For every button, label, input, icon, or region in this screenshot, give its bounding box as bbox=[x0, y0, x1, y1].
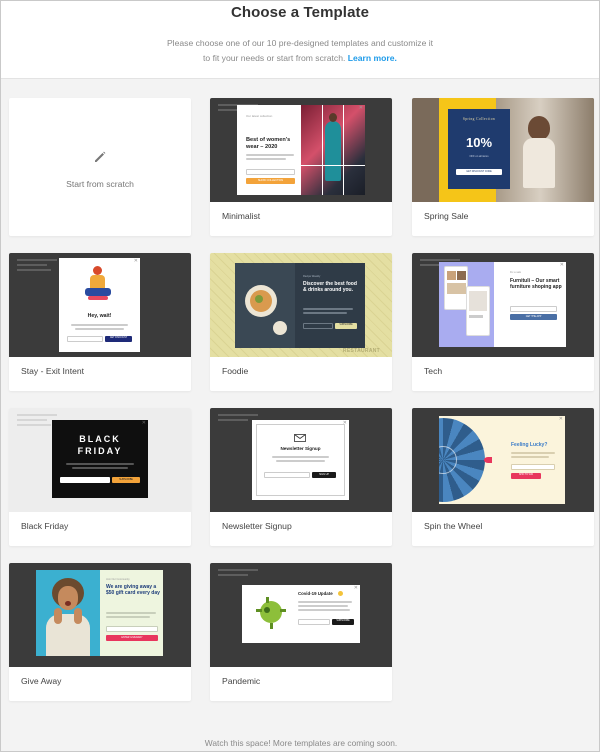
template-thumbnail: BLACK FRIDAY SUBSCRIBE ✕ bbox=[9, 408, 191, 512]
template-name: Stay - Exit Intent bbox=[21, 366, 85, 376]
popup-heading-line-2: FRIDAY bbox=[77, 446, 123, 456]
popup-cta: SUBSCRIBE bbox=[119, 478, 133, 481]
template-name: Pandemic bbox=[222, 676, 261, 686]
template-thumbnail: Covid-19 Update SUBSCRIBE ✕ bbox=[210, 563, 392, 667]
pencil-icon bbox=[95, 151, 106, 162]
popup-eyebrow: Our latest collection bbox=[246, 114, 273, 118]
popup-preview: Fix a sale Furnituli – Our smart furnitu… bbox=[439, 262, 566, 347]
template-name: Foodie bbox=[222, 366, 249, 376]
popup-eyebrow: Join Our Community bbox=[106, 578, 130, 581]
subtitle-line-1: Please choose one of our 10 pre-designed… bbox=[166, 38, 434, 48]
popup-eyebrow: Fix a sale bbox=[510, 271, 522, 274]
popup-preview: Newsletter Signup SIGN UP ✕ bbox=[252, 420, 349, 500]
template-card-minimalist[interactable]: Our latest collection Best of women's we… bbox=[210, 98, 392, 236]
popup-heading: Covid-19 Update bbox=[298, 591, 333, 596]
popup-preview: BLACK FRIDAY SUBSCRIBE ✕ bbox=[52, 420, 148, 498]
popup-heading: Discover the best food & drinks around y… bbox=[303, 281, 357, 294]
illustration bbox=[85, 266, 111, 302]
popup-preview: Our latest collection Best of women's we… bbox=[237, 105, 365, 195]
template-thumbnail: Hey, wait! GET DISCOUNT ✕ bbox=[9, 253, 191, 357]
template-thumbnail: Join Our Community We are giving away a … bbox=[9, 563, 191, 667]
template-name: Tech bbox=[424, 366, 443, 376]
template-thumbnail: Feeling Lucky? SPIN TO WIN ✕ bbox=[412, 408, 594, 512]
popup-heading: Feeling Lucky? bbox=[511, 442, 548, 448]
brand-watermark: RESTAURANT bbox=[342, 348, 380, 354]
popup-cta: SHOW COLLECTION bbox=[257, 179, 284, 182]
popup-cta: ENTER GIVEAWAY bbox=[121, 636, 143, 639]
learn-more-link[interactable]: Learn more. bbox=[348, 53, 397, 63]
start-from-scratch-card[interactable]: Start from scratch bbox=[9, 98, 191, 236]
popup-preview: Feeling Lucky? SPIN TO WIN ✕ bbox=[439, 416, 565, 504]
template-name: Spring Sale bbox=[424, 211, 469, 221]
template-name: Black Friday bbox=[21, 521, 69, 531]
popup-preview: Join Our Community We are giving away a … bbox=[36, 570, 163, 656]
template-card-black-friday[interactable]: BLACK FRIDAY SUBSCRIBE ✕ Black Friday bbox=[9, 408, 191, 546]
warning-icon bbox=[338, 591, 343, 596]
popup-cta: SIGN UP bbox=[319, 473, 329, 476]
popup-heading: Newsletter Signup bbox=[280, 446, 321, 451]
wheel-pointer bbox=[484, 457, 492, 463]
subtitle-line-2: to fit your needs or start from scratch. bbox=[203, 53, 346, 63]
popup-preview: Recipe Weekly Discover the best food & d… bbox=[235, 263, 365, 348]
start-from-scratch-label: Start from scratch bbox=[66, 179, 134, 189]
popup-heading: Hey, wait! bbox=[87, 313, 112, 319]
page-subtitle: Please choose one of our 10 pre-designed… bbox=[1, 36, 599, 66]
popup-preview: Hey, wait! GET DISCOUNT ✕ bbox=[59, 258, 140, 352]
popup-preview: Covid-19 Update SUBSCRIBE ✕ bbox=[242, 585, 360, 643]
popup-caption: OFF on all items bbox=[469, 155, 489, 158]
template-name: Minimalist bbox=[222, 211, 261, 221]
template-thumbnail: Our latest collection Best of women's we… bbox=[210, 98, 392, 202]
envelope-icon bbox=[294, 434, 306, 442]
popup-heading: Spring Collection bbox=[462, 117, 496, 121]
template-card-spin-the-wheel[interactable]: Feeling Lucky? SPIN TO WIN ✕ Spin the Wh… bbox=[412, 408, 594, 546]
template-card-give-away[interactable]: Join Our Community We are giving away a … bbox=[9, 563, 191, 701]
page-title: Choose a Template bbox=[230, 4, 370, 21]
template-name: Give Away bbox=[21, 676, 62, 686]
popup-heading-line-1: BLACK bbox=[79, 434, 121, 444]
footer-note: Watch this space! More templates are com… bbox=[204, 738, 398, 748]
phone-mockups bbox=[439, 262, 494, 347]
popup-cta: SPIN TO WIN bbox=[518, 474, 534, 476]
template-card-foodie[interactable]: RESTAURANT Recipe Weekly Discover the be… bbox=[210, 253, 392, 391]
template-name: Newsletter Signup bbox=[222, 521, 292, 531]
template-name: Spin the Wheel bbox=[424, 521, 483, 531]
popup-preview: Spring Collection 10% OFF on all items G… bbox=[448, 109, 510, 189]
food-photo bbox=[235, 263, 295, 348]
template-card-spring-sale[interactable]: Spring Collection 10% OFF on all items G… bbox=[412, 98, 594, 236]
virus-illustration bbox=[256, 595, 286, 629]
popup-cta: GET THE APP bbox=[525, 315, 542, 318]
template-card-newsletter-signup[interactable]: Newsletter Signup SIGN UP ✕ Newsletter S… bbox=[210, 408, 392, 546]
template-thumbnail: Spring Collection 10% OFF on all items G… bbox=[412, 98, 594, 202]
giveaway-photo bbox=[36, 570, 100, 656]
popup-heading: Best of women's wear – 2020 bbox=[246, 137, 291, 150]
popup-cta: GET DISCOUNT bbox=[109, 337, 128, 339]
template-card-pandemic[interactable]: Covid-19 Update SUBSCRIBE ✕ Pandemic bbox=[210, 563, 392, 701]
popup-value: 10% bbox=[465, 135, 493, 150]
template-thumbnail: Fix a sale Furnituli – Our smart furnitu… bbox=[412, 253, 594, 357]
popup-cta: SUBSCRIBE bbox=[336, 620, 350, 622]
template-thumbnail: RESTAURANT Recipe Weekly Discover the be… bbox=[210, 253, 392, 357]
template-card-stay-exit-intent[interactable]: Hey, wait! GET DISCOUNT ✕ Stay - Exit In… bbox=[9, 253, 191, 391]
popup-heading: Furnituli – Our smart furniture shoping … bbox=[510, 278, 562, 291]
fashion-photo bbox=[301, 105, 365, 195]
template-card-tech[interactable]: Fix a sale Furnituli – Our smart furnitu… bbox=[412, 253, 594, 391]
popup-cta: GET DISCOUNT CODE bbox=[466, 170, 492, 173]
popup-heading: We are giving away a $50 gift card every… bbox=[106, 584, 160, 597]
page-header: Choose a Template Please choose one of o… bbox=[1, 1, 599, 79]
popup-eyebrow: Recipe Weekly bbox=[303, 275, 321, 278]
template-thumbnail: Newsletter Signup SIGN UP ✕ bbox=[210, 408, 392, 512]
popup-cta: SUBSCRIBE bbox=[339, 324, 353, 326]
